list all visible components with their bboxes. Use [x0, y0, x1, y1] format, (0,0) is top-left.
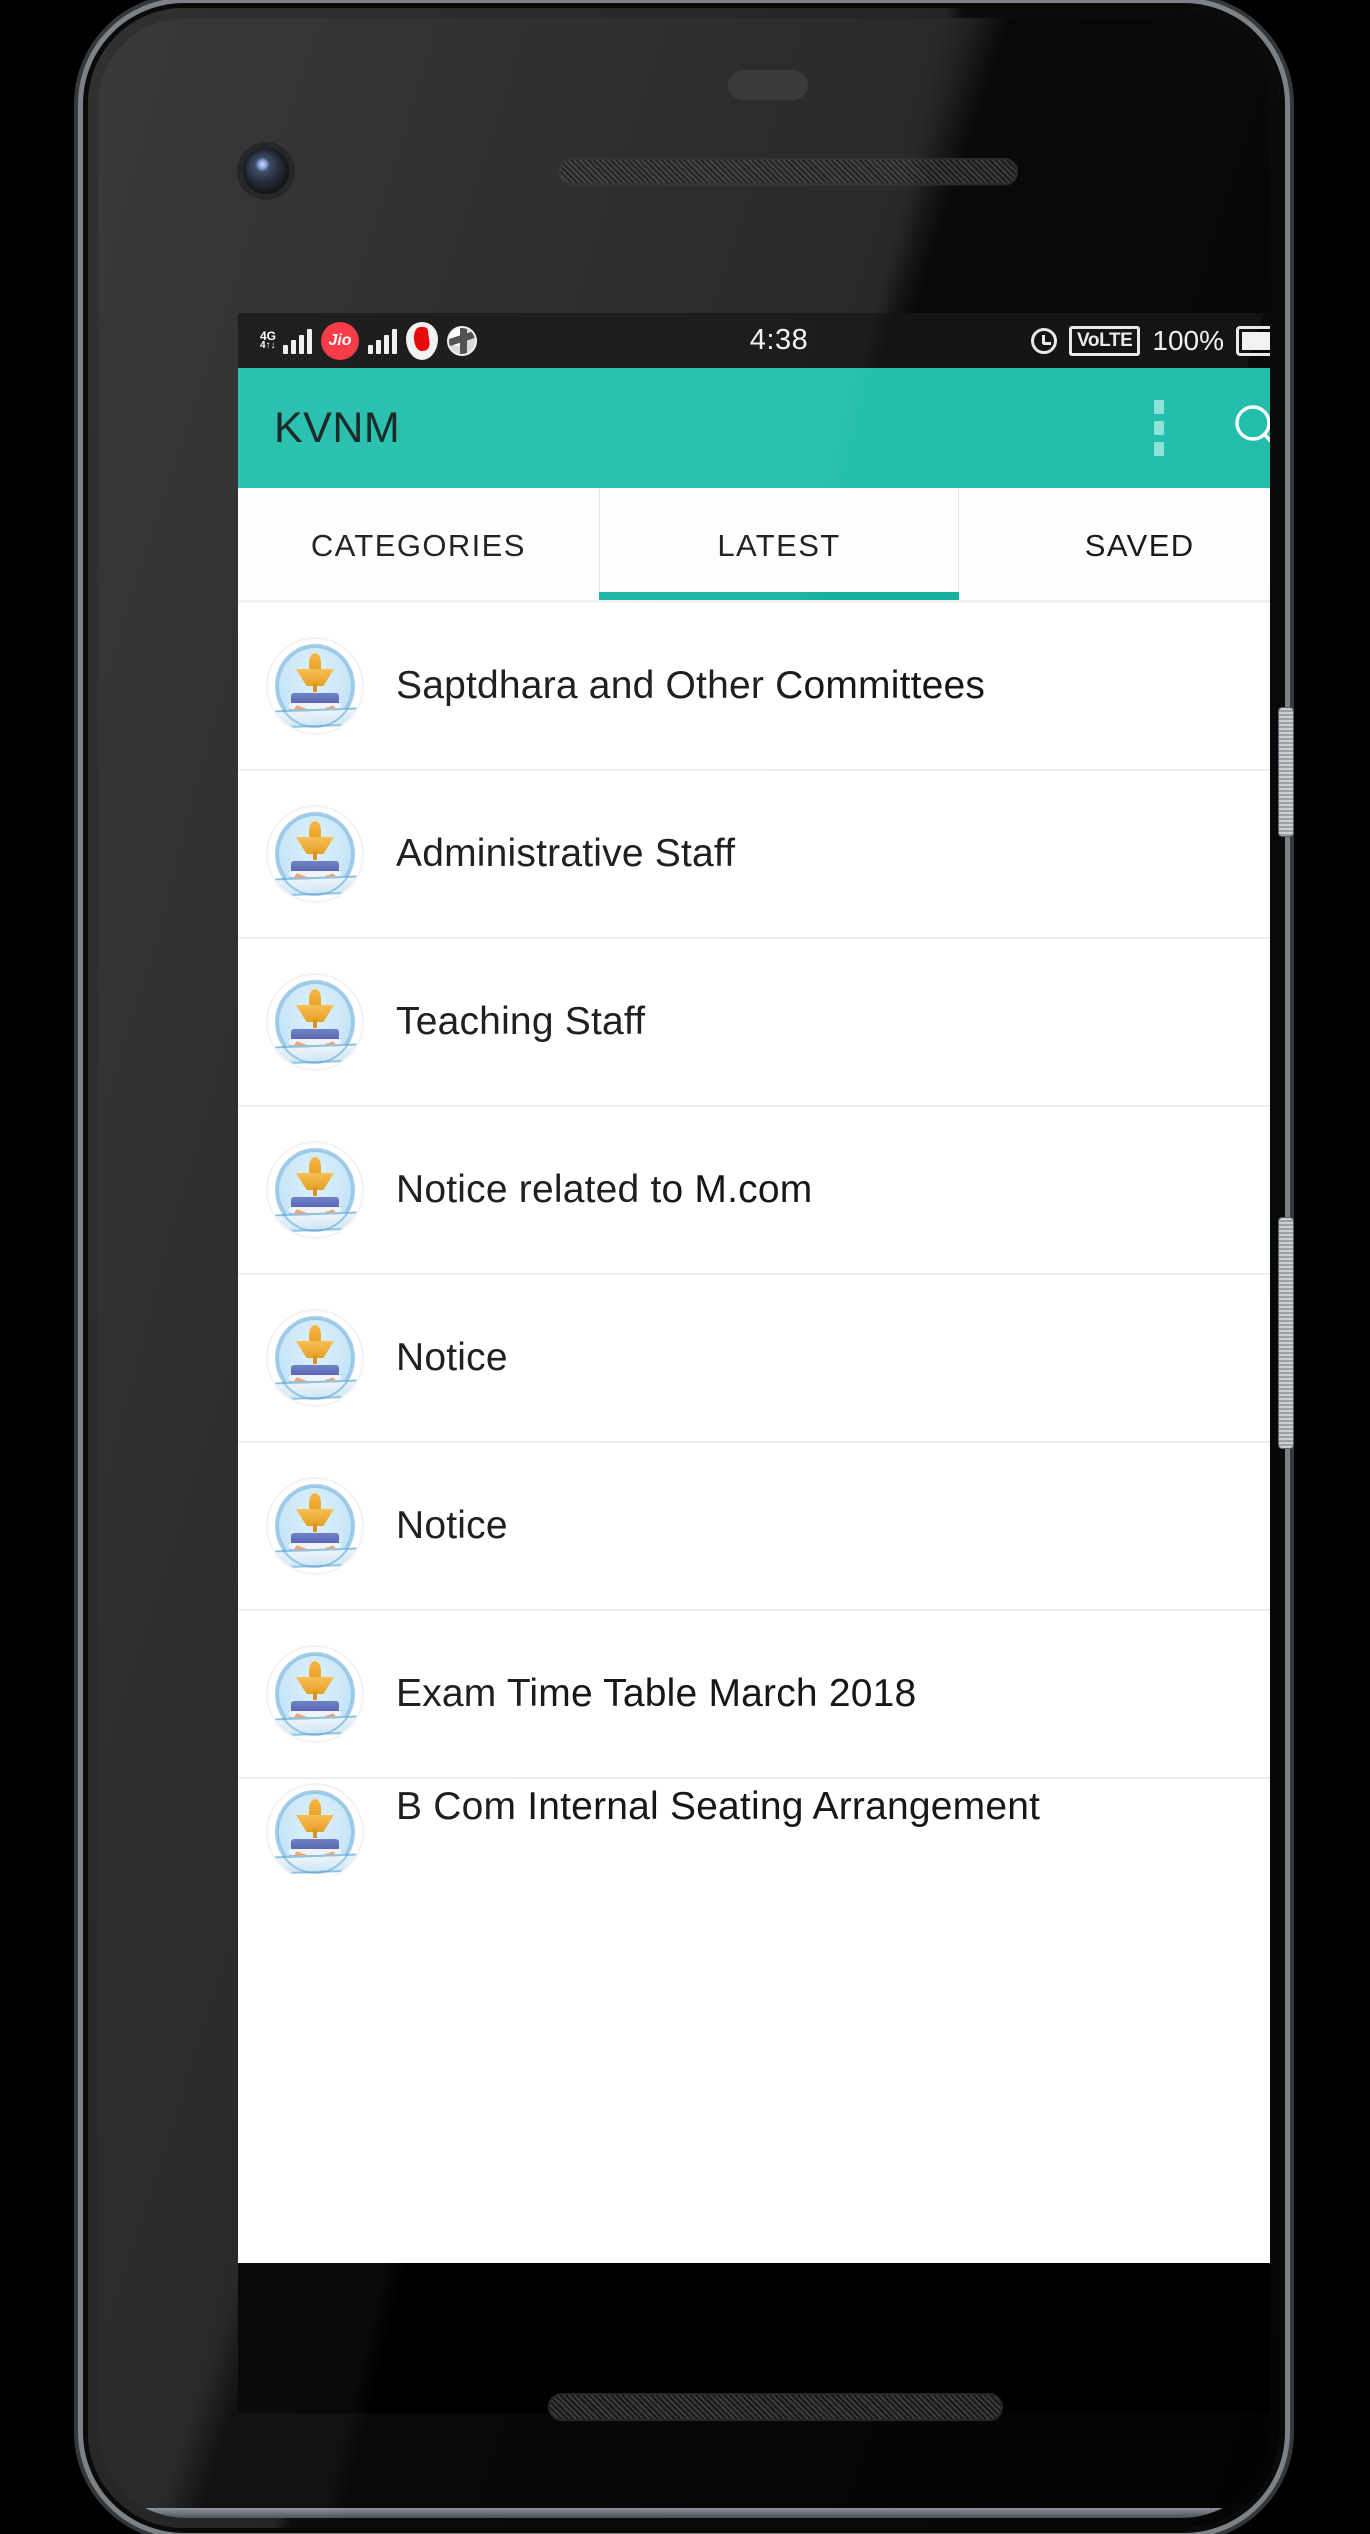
- app-bar-actions: [1140, 392, 1270, 464]
- college-emblem-icon: [268, 1785, 362, 1875]
- tab-saved-label: SAVED: [1084, 527, 1195, 563]
- status-bar: 4G 4↑↓ Jio 4:38 VoLTE 100%: [238, 313, 1270, 368]
- list-item-label: Notice: [396, 1504, 508, 1547]
- tab-saved[interactable]: SAVED: [959, 488, 1270, 603]
- tab-latest[interactable]: LATEST: [598, 488, 960, 603]
- more-vertical-icon[interactable]: [1140, 392, 1178, 464]
- college-emblem-icon: [268, 1479, 362, 1573]
- college-emblem-icon: [268, 639, 362, 733]
- tab-bar: CATEGORIES LATEST SAVED: [238, 488, 1270, 603]
- tab-categories-label: CATEGORIES: [310, 527, 526, 563]
- college-emblem-icon: [268, 807, 362, 901]
- status-bar-right: VoLTE 100%: [1031, 325, 1270, 357]
- proximity-sensor-icon: [728, 70, 808, 100]
- list-item-label: Notice: [396, 1336, 508, 1379]
- page-title: KVNM: [274, 403, 401, 452]
- list-item-label: Notice related to M.com: [396, 1168, 813, 1211]
- app-bar: KVNM: [238, 368, 1270, 488]
- phone-screen: 4G 4↑↓ Jio 4:38 VoLTE 100% KVNM CATEGORI…: [238, 313, 1270, 2263]
- tab-latest-label: LATEST: [717, 527, 841, 563]
- tab-categories[interactable]: CATEGORIES: [238, 488, 599, 603]
- list-item[interactable]: Saptdhara and Other Committees: [238, 603, 1270, 771]
- battery-percent-label: 100%: [1152, 324, 1224, 356]
- device-bottom-edge: [98, 2508, 1270, 2518]
- list-item-label: Exam Time Table March 2018: [396, 1672, 917, 1715]
- alarm-clock-icon: [1031, 327, 1058, 354]
- list-item[interactable]: Notice related to M.com: [238, 1107, 1270, 1275]
- college-emblem-icon: [268, 1143, 362, 1237]
- phone-device: 4G 4↑↓ Jio 4:38 VoLTE 100% KVNM CATEGORI…: [88, 8, 1293, 2528]
- battery-icon: [1236, 325, 1270, 356]
- list-item[interactable]: Administrative Staff: [238, 771, 1270, 939]
- bottom-speaker-grille: [548, 2393, 1003, 2421]
- college-emblem-icon: [268, 975, 362, 1069]
- front-camera-icon: [243, 148, 289, 194]
- latest-list[interactable]: Saptdhara and Other Committees Administr…: [238, 603, 1270, 1875]
- college-emblem-icon: [268, 1311, 362, 1405]
- earpiece-speaker: [558, 158, 1018, 185]
- screen-bottom-bezel: [238, 2263, 1270, 2413]
- search-icon[interactable]: [1232, 402, 1270, 454]
- list-item-label: Teaching Staff: [396, 1000, 646, 1043]
- list-item[interactable]: Notice: [238, 1275, 1270, 1443]
- list-item[interactable]: Exam Time Table March 2018: [238, 1611, 1270, 1779]
- list-item[interactable]: Teaching Staff: [238, 939, 1270, 1107]
- list-item-label: B Com Internal Seating Arrangement: [396, 1785, 1041, 1828]
- list-item-label: Administrative Staff: [396, 832, 736, 875]
- list-item[interactable]: B Com Internal Seating Arrangement: [238, 1779, 1270, 1875]
- phone-body: 4G 4↑↓ Jio 4:38 VoLTE 100% KVNM CATEGORI…: [98, 18, 1270, 2518]
- power-button[interactable]: [1279, 708, 1293, 836]
- camera-glint: [256, 158, 269, 171]
- college-emblem-icon: [268, 1647, 362, 1741]
- list-item[interactable]: Notice: [238, 1443, 1270, 1611]
- list-item-label: Saptdhara and Other Committees: [396, 664, 986, 707]
- volume-button[interactable]: [1279, 1218, 1293, 1448]
- volte-badge: VoLTE: [1069, 325, 1141, 356]
